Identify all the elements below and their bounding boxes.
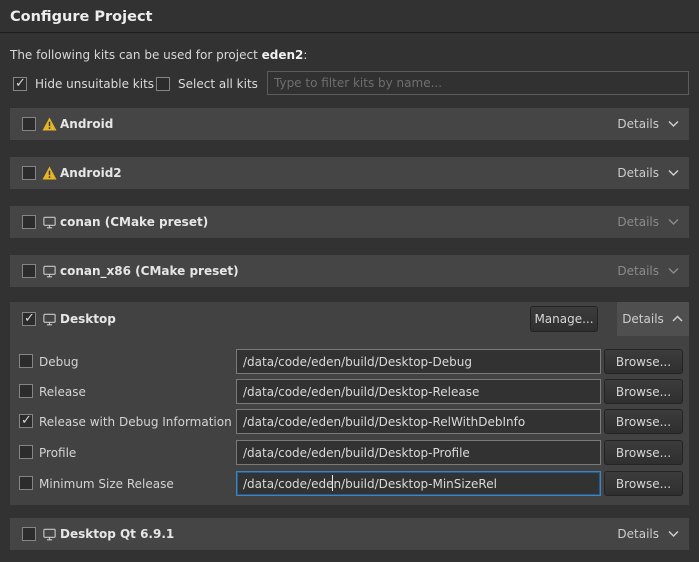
warning-icon bbox=[41, 116, 57, 132]
build-config-checkbox[interactable] bbox=[19, 476, 33, 490]
hide-unsuitable-kits-checkbox[interactable]: Hide unsuitable kits bbox=[13, 76, 154, 92]
details-button[interactable]: Details bbox=[617, 264, 689, 278]
build-config-checkbox[interactable] bbox=[19, 414, 33, 428]
browse-button[interactable]: Browse... bbox=[604, 440, 683, 465]
monitor-icon bbox=[41, 311, 57, 327]
kit-checkbox[interactable] bbox=[22, 117, 36, 131]
build-config-label: Release with Debug Information bbox=[39, 415, 232, 429]
kit-name: conan_x86 (CMake preset) bbox=[60, 264, 239, 278]
build-config-row-minsizerel: Minimum Size Release Browse... bbox=[10, 471, 689, 497]
checkbox-checked-icon[interactable] bbox=[13, 77, 27, 91]
project-name: eden2 bbox=[262, 48, 304, 62]
details-button[interactable]: Details bbox=[617, 166, 689, 180]
build-config-checkbox[interactable] bbox=[19, 384, 33, 398]
kit-name: Android2 bbox=[60, 166, 122, 180]
select-all-kits-checkbox[interactable]: Select all kits bbox=[156, 76, 258, 92]
chevron-down-icon bbox=[667, 530, 680, 538]
kit-checkbox[interactable] bbox=[22, 527, 36, 541]
chevron-up-icon bbox=[671, 315, 684, 323]
kit-filter-field bbox=[267, 71, 689, 95]
configure-project-dialog: Configure Project The following kits can… bbox=[0, 0, 699, 562]
chevron-down-icon bbox=[667, 120, 680, 128]
details-button[interactable]: Details bbox=[617, 527, 689, 541]
build-dir-field-focused bbox=[236, 471, 601, 496]
build-dir-input[interactable] bbox=[236, 409, 601, 434]
details-button-expanded[interactable]: Details bbox=[617, 302, 689, 336]
browse-button[interactable]: Browse... bbox=[604, 471, 683, 496]
monitor-icon bbox=[41, 214, 57, 230]
browse-button[interactable]: Browse... bbox=[604, 379, 683, 404]
build-config-checkbox[interactable] bbox=[19, 445, 33, 459]
build-config-label: Release bbox=[39, 385, 86, 399]
kit-checkbox[interactable] bbox=[22, 166, 36, 180]
kit-filter-input[interactable] bbox=[267, 71, 689, 95]
details-button[interactable]: Details bbox=[617, 117, 689, 131]
intro-text: The following kits can be used for proje… bbox=[10, 48, 307, 62]
build-config-row-relwithdebinfo: Release with Debug Information Browse... bbox=[10, 409, 689, 435]
kit-panel-desktop: Desktop Manage... Details Debug Browse..… bbox=[10, 302, 689, 505]
build-dir-input[interactable] bbox=[236, 440, 601, 465]
kit-row-android[interactable]: Android Details bbox=[10, 108, 689, 140]
warning-icon bbox=[41, 165, 57, 181]
monitor-icon bbox=[41, 526, 57, 542]
kit-row-android2[interactable]: Android2 Details bbox=[10, 157, 689, 189]
kit-checkbox[interactable] bbox=[22, 215, 36, 229]
build-dir-input[interactable] bbox=[236, 379, 601, 404]
build-config-checkbox[interactable] bbox=[19, 354, 33, 368]
build-config-row-release: Release Browse... bbox=[10, 379, 689, 405]
intro-suffix: : bbox=[303, 48, 307, 62]
kit-name: Desktop bbox=[60, 312, 116, 326]
kit-name: Android bbox=[60, 117, 113, 131]
build-config-label: Debug bbox=[39, 355, 78, 369]
build-dir-input[interactable] bbox=[236, 349, 601, 374]
build-dir-field bbox=[236, 379, 601, 404]
kit-row-conan[interactable]: conan (CMake preset) Details bbox=[10, 206, 689, 238]
title-divider bbox=[0, 32, 699, 33]
kit-checkbox[interactable] bbox=[22, 312, 36, 326]
build-dir-field bbox=[236, 409, 601, 434]
checkbox-unchecked-icon[interactable] bbox=[156, 77, 170, 91]
kit-checkbox[interactable] bbox=[22, 264, 36, 278]
intro-prefix: The following kits can be used for proje… bbox=[10, 48, 262, 62]
build-config-row-profile: Profile Browse... bbox=[10, 440, 689, 466]
build-dir-field bbox=[236, 349, 601, 374]
select-all-kits-label: Select all kits bbox=[178, 77, 258, 91]
details-button[interactable]: Details bbox=[617, 215, 689, 229]
chevron-down-icon bbox=[667, 169, 680, 177]
text-caret bbox=[332, 475, 333, 491]
kit-row-desktop-qt[interactable]: Desktop Qt 6.9.1 Details bbox=[10, 518, 689, 550]
kit-row-conan-x86[interactable]: conan_x86 (CMake preset) Details bbox=[10, 255, 689, 287]
page-title: Configure Project bbox=[10, 9, 152, 25]
build-dir-field bbox=[236, 440, 601, 465]
build-config-label: Minimum Size Release bbox=[39, 477, 174, 491]
chevron-down-icon bbox=[667, 218, 680, 226]
hide-unsuitable-kits-label: Hide unsuitable kits bbox=[35, 77, 154, 91]
build-config-row-debug: Debug Browse... bbox=[10, 349, 689, 375]
kit-name: conan (CMake preset) bbox=[60, 215, 208, 229]
kit-row-desktop[interactable]: Desktop Manage... Details bbox=[10, 302, 689, 336]
monitor-icon bbox=[41, 263, 57, 279]
browse-button[interactable]: Browse... bbox=[604, 349, 683, 374]
manage-kits-button[interactable]: Manage... bbox=[530, 306, 598, 332]
build-config-label: Profile bbox=[39, 446, 76, 460]
kit-name: Desktop Qt 6.9.1 bbox=[60, 527, 174, 541]
chevron-down-icon bbox=[667, 267, 680, 275]
build-dir-input[interactable] bbox=[236, 471, 601, 496]
browse-button[interactable]: Browse... bbox=[604, 409, 683, 434]
